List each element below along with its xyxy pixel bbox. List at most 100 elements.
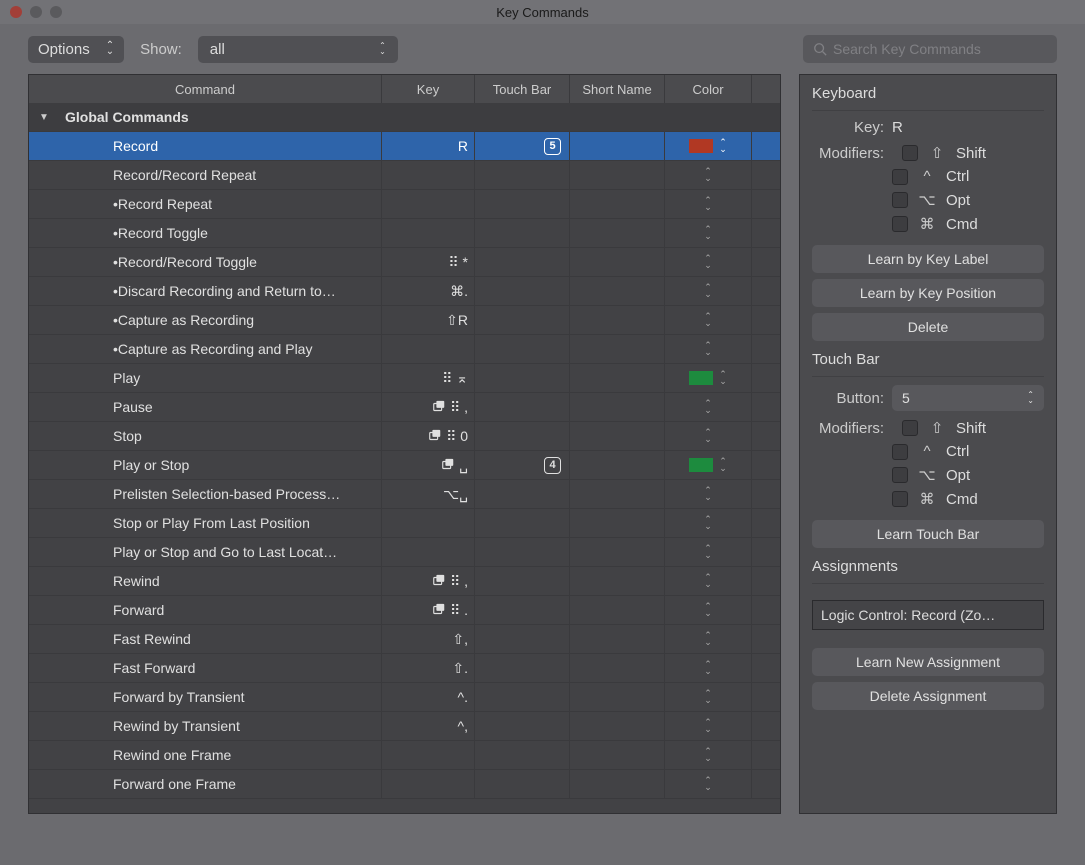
command-key: ⌘.: [382, 277, 475, 305]
table-row[interactable]: •Discard Recording and Return to…⌘.⌃⌄: [29, 277, 780, 306]
group-row[interactable]: Global Commands: [29, 103, 780, 132]
table-row[interactable]: Forward⠿ .⌃⌄: [29, 596, 780, 625]
table-row[interactable]: Stop or Play From Last Position⌃⌄: [29, 509, 780, 538]
stepper-icon[interactable]: ⌃⌄: [719, 458, 727, 472]
table-row[interactable]: Prelisten Selection-based Process…⌥␣⌃⌄: [29, 480, 780, 509]
table-row[interactable]: Stop⠿ 0⌃⌄: [29, 422, 780, 451]
modifier-checkbox-cmd[interactable]: [892, 491, 908, 507]
modifier-symbol: ^: [918, 168, 936, 185]
command-color[interactable]: ⌃⌄: [665, 451, 752, 479]
button-label: Button:: [812, 390, 892, 407]
table-row[interactable]: •Record Repeat⌃⌄: [29, 190, 780, 219]
table-row[interactable]: Rewind⠿ ,⌃⌄: [29, 567, 780, 596]
table-row[interactable]: Forward one Frame⌃⌄: [29, 770, 780, 799]
command-color[interactable]: ⌃⌄: [665, 770, 752, 798]
stepper-icon[interactable]: ⌃⌄: [704, 197, 712, 211]
stepper-icon[interactable]: ⌃⌄: [704, 429, 712, 443]
stepper-icon[interactable]: ⌃⌄: [719, 371, 727, 385]
stepper-icon[interactable]: ⌃⌄: [704, 313, 712, 327]
stepper-icon[interactable]: ⌃⌄: [704, 226, 712, 240]
stepper-icon[interactable]: ⌃⌄: [704, 632, 712, 646]
stepper-icon[interactable]: ⌃⌄: [704, 661, 712, 675]
learn-by-key-position-button[interactable]: Learn by Key Position: [812, 279, 1044, 307]
command-color[interactable]: ⌃⌄: [665, 161, 752, 189]
table-row[interactable]: •Record Toggle⌃⌄: [29, 219, 780, 248]
stepper-icon[interactable]: ⌃⌄: [704, 719, 712, 733]
stepper-icon[interactable]: ⌃⌄: [704, 284, 712, 298]
table-row[interactable]: Record/Record Repeat⌃⌄: [29, 161, 780, 190]
assignment-item[interactable]: Logic Control: Record (Zo…: [812, 600, 1044, 630]
table-row[interactable]: Fast Forward⇧.⌃⌄: [29, 654, 780, 683]
command-color[interactable]: ⌃⌄: [665, 190, 752, 218]
command-color[interactable]: ⌃⌄: [665, 712, 752, 740]
learn-new-assignment-button[interactable]: Learn New Assignment: [812, 648, 1044, 676]
stepper-icon[interactable]: ⌃⌄: [704, 545, 712, 559]
table-row[interactable]: •Capture as Recording⇧R⌃⌄: [29, 306, 780, 335]
modifier-checkbox-ctrl[interactable]: [892, 169, 908, 185]
table-row[interactable]: Forward by Transient^.⌃⌄: [29, 683, 780, 712]
table-body[interactable]: Global CommandsRecordR5⌃⌄Record/Record R…: [29, 103, 780, 813]
modifier-checkbox-opt[interactable]: [892, 467, 908, 483]
touch-bar-button-select[interactable]: 5 ⌃⌄: [892, 385, 1044, 411]
command-color[interactable]: ⌃⌄: [665, 509, 752, 537]
modifier-checkbox-opt[interactable]: [892, 192, 908, 208]
command-color[interactable]: ⌃⌄: [665, 277, 752, 305]
table-row[interactable]: Pause⠿ ,⌃⌄: [29, 393, 780, 422]
command-color[interactable]: ⌃⌄: [665, 741, 752, 769]
command-color[interactable]: ⌃⌄: [665, 596, 752, 624]
command-color[interactable]: ⌃⌄: [665, 364, 752, 392]
command-color[interactable]: ⌃⌄: [665, 625, 752, 653]
table-row[interactable]: •Record/Record Toggle⠿ *⌃⌄: [29, 248, 780, 277]
table-row[interactable]: RecordR5⌃⌄: [29, 132, 780, 161]
command-color[interactable]: ⌃⌄: [665, 132, 752, 160]
column-command[interactable]: Command: [29, 75, 382, 103]
command-color[interactable]: ⌃⌄: [665, 654, 752, 682]
column-touch-bar[interactable]: Touch Bar: [475, 75, 570, 103]
command-color[interactable]: ⌃⌄: [665, 683, 752, 711]
modifier-checkbox-shift[interactable]: [902, 145, 918, 161]
stepper-icon[interactable]: ⌃⌄: [704, 168, 712, 182]
stepper-icon[interactable]: ⌃⌄: [704, 400, 712, 414]
column-color[interactable]: Color: [665, 75, 752, 103]
table-row[interactable]: Play or Stop and Go to Last Locat…⌃⌄: [29, 538, 780, 567]
table-row[interactable]: Rewind one Frame⌃⌄: [29, 741, 780, 770]
delete-key-button[interactable]: Delete: [812, 313, 1044, 341]
command-color[interactable]: ⌃⌄: [665, 480, 752, 508]
stepper-icon[interactable]: ⌃⌄: [704, 777, 712, 791]
learn-by-key-label-button[interactable]: Learn by Key Label: [812, 245, 1044, 273]
command-color[interactable]: ⌃⌄: [665, 567, 752, 595]
command-color[interactable]: ⌃⌄: [665, 219, 752, 247]
stepper-icon[interactable]: ⌃⌄: [719, 139, 727, 153]
modifier-checkbox-ctrl[interactable]: [892, 444, 908, 460]
search-input[interactable]: Search Key Commands: [803, 35, 1057, 63]
table-row[interactable]: Play⠿ ⌅⌃⌄: [29, 364, 780, 393]
table-row[interactable]: •Capture as Recording and Play⌃⌄: [29, 335, 780, 364]
stepper-icon[interactable]: ⌃⌄: [704, 748, 712, 762]
command-color[interactable]: ⌃⌄: [665, 306, 752, 334]
stepper-icon[interactable]: ⌃⌄: [704, 342, 712, 356]
table-row[interactable]: Play or Stop␣4⌃⌄: [29, 451, 780, 480]
command-color[interactable]: ⌃⌄: [665, 422, 752, 450]
stepper-icon[interactable]: ⌃⌄: [704, 603, 712, 617]
table-row[interactable]: Fast Rewind⇧,⌃⌄: [29, 625, 780, 654]
command-color[interactable]: ⌃⌄: [665, 248, 752, 276]
show-filter-select[interactable]: all ⌃⌄: [198, 36, 398, 63]
command-color[interactable]: ⌃⌄: [665, 335, 752, 363]
stepper-icon[interactable]: ⌃⌄: [704, 487, 712, 501]
stepper-icon[interactable]: ⌃⌄: [704, 516, 712, 530]
column-key[interactable]: Key: [382, 75, 475, 103]
command-color[interactable]: ⌃⌄: [665, 393, 752, 421]
command-color[interactable]: ⌃⌄: [665, 538, 752, 566]
modifier-checkbox-shift[interactable]: [902, 420, 918, 436]
stepper-icon[interactable]: ⌃⌄: [704, 574, 712, 588]
learn-touch-bar-button[interactable]: Learn Touch Bar: [812, 520, 1044, 548]
command-short-name: [570, 509, 665, 537]
stepper-icon[interactable]: ⌃⌄: [704, 255, 712, 269]
modifier-row: ⌥Opt: [812, 191, 1044, 209]
table-row[interactable]: Rewind by Transient^,⌃⌄: [29, 712, 780, 741]
options-menu[interactable]: Options ⌃⌄: [28, 36, 124, 63]
modifier-checkbox-cmd[interactable]: [892, 216, 908, 232]
delete-assignment-button[interactable]: Delete Assignment: [812, 682, 1044, 710]
column-short-name[interactable]: Short Name: [570, 75, 665, 103]
stepper-icon[interactable]: ⌃⌄: [704, 690, 712, 704]
